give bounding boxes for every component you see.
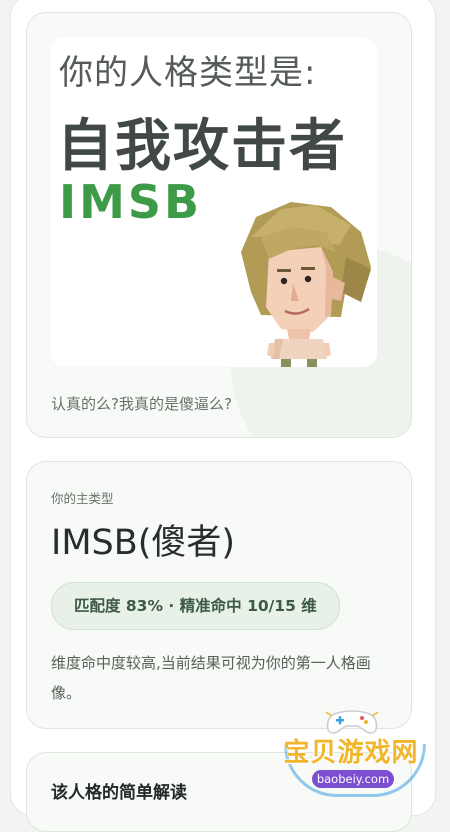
poster-heading: 你的人格类型是: [59, 53, 317, 93]
main-type-label: 你的主类型 [51, 491, 114, 506]
main-type-description: 维度命中度较高,当前结果可视为你的第一人格画像。 [51, 654, 371, 702]
result-poster: 你的人格类型是: 自我攻击者 IMSB [51, 37, 377, 367]
character-illustration [241, 202, 371, 367]
poster-type-code: IMSB [59, 175, 203, 229]
match-score-badge: 匹配度 83% · 精准命中 10/15 维 [51, 582, 340, 630]
site-watermark: 宝贝游戏网 baobeiy.com [276, 706, 436, 798]
watermark-brand: 宝贝游戏网 [283, 738, 419, 768]
brief-interpretation-title: 该人格的简单解读 [51, 783, 187, 803]
main-type-card: 你的主类型 IMSB(傻者) 匹配度 83% · 精准命中 10/15 维 维度… [26, 461, 412, 729]
poster-type-name: 自我攻击者 [57, 114, 347, 179]
result-card: 你的人格类型是: 自我攻击者 IMSB 认真的么?我真的是傻逼么? [26, 12, 412, 438]
result-quote: 认真的么?我真的是傻逼么? [51, 395, 232, 413]
main-type-title: IMSB(傻者) [51, 523, 236, 563]
watermark-url: baobeiy.com [312, 770, 394, 788]
